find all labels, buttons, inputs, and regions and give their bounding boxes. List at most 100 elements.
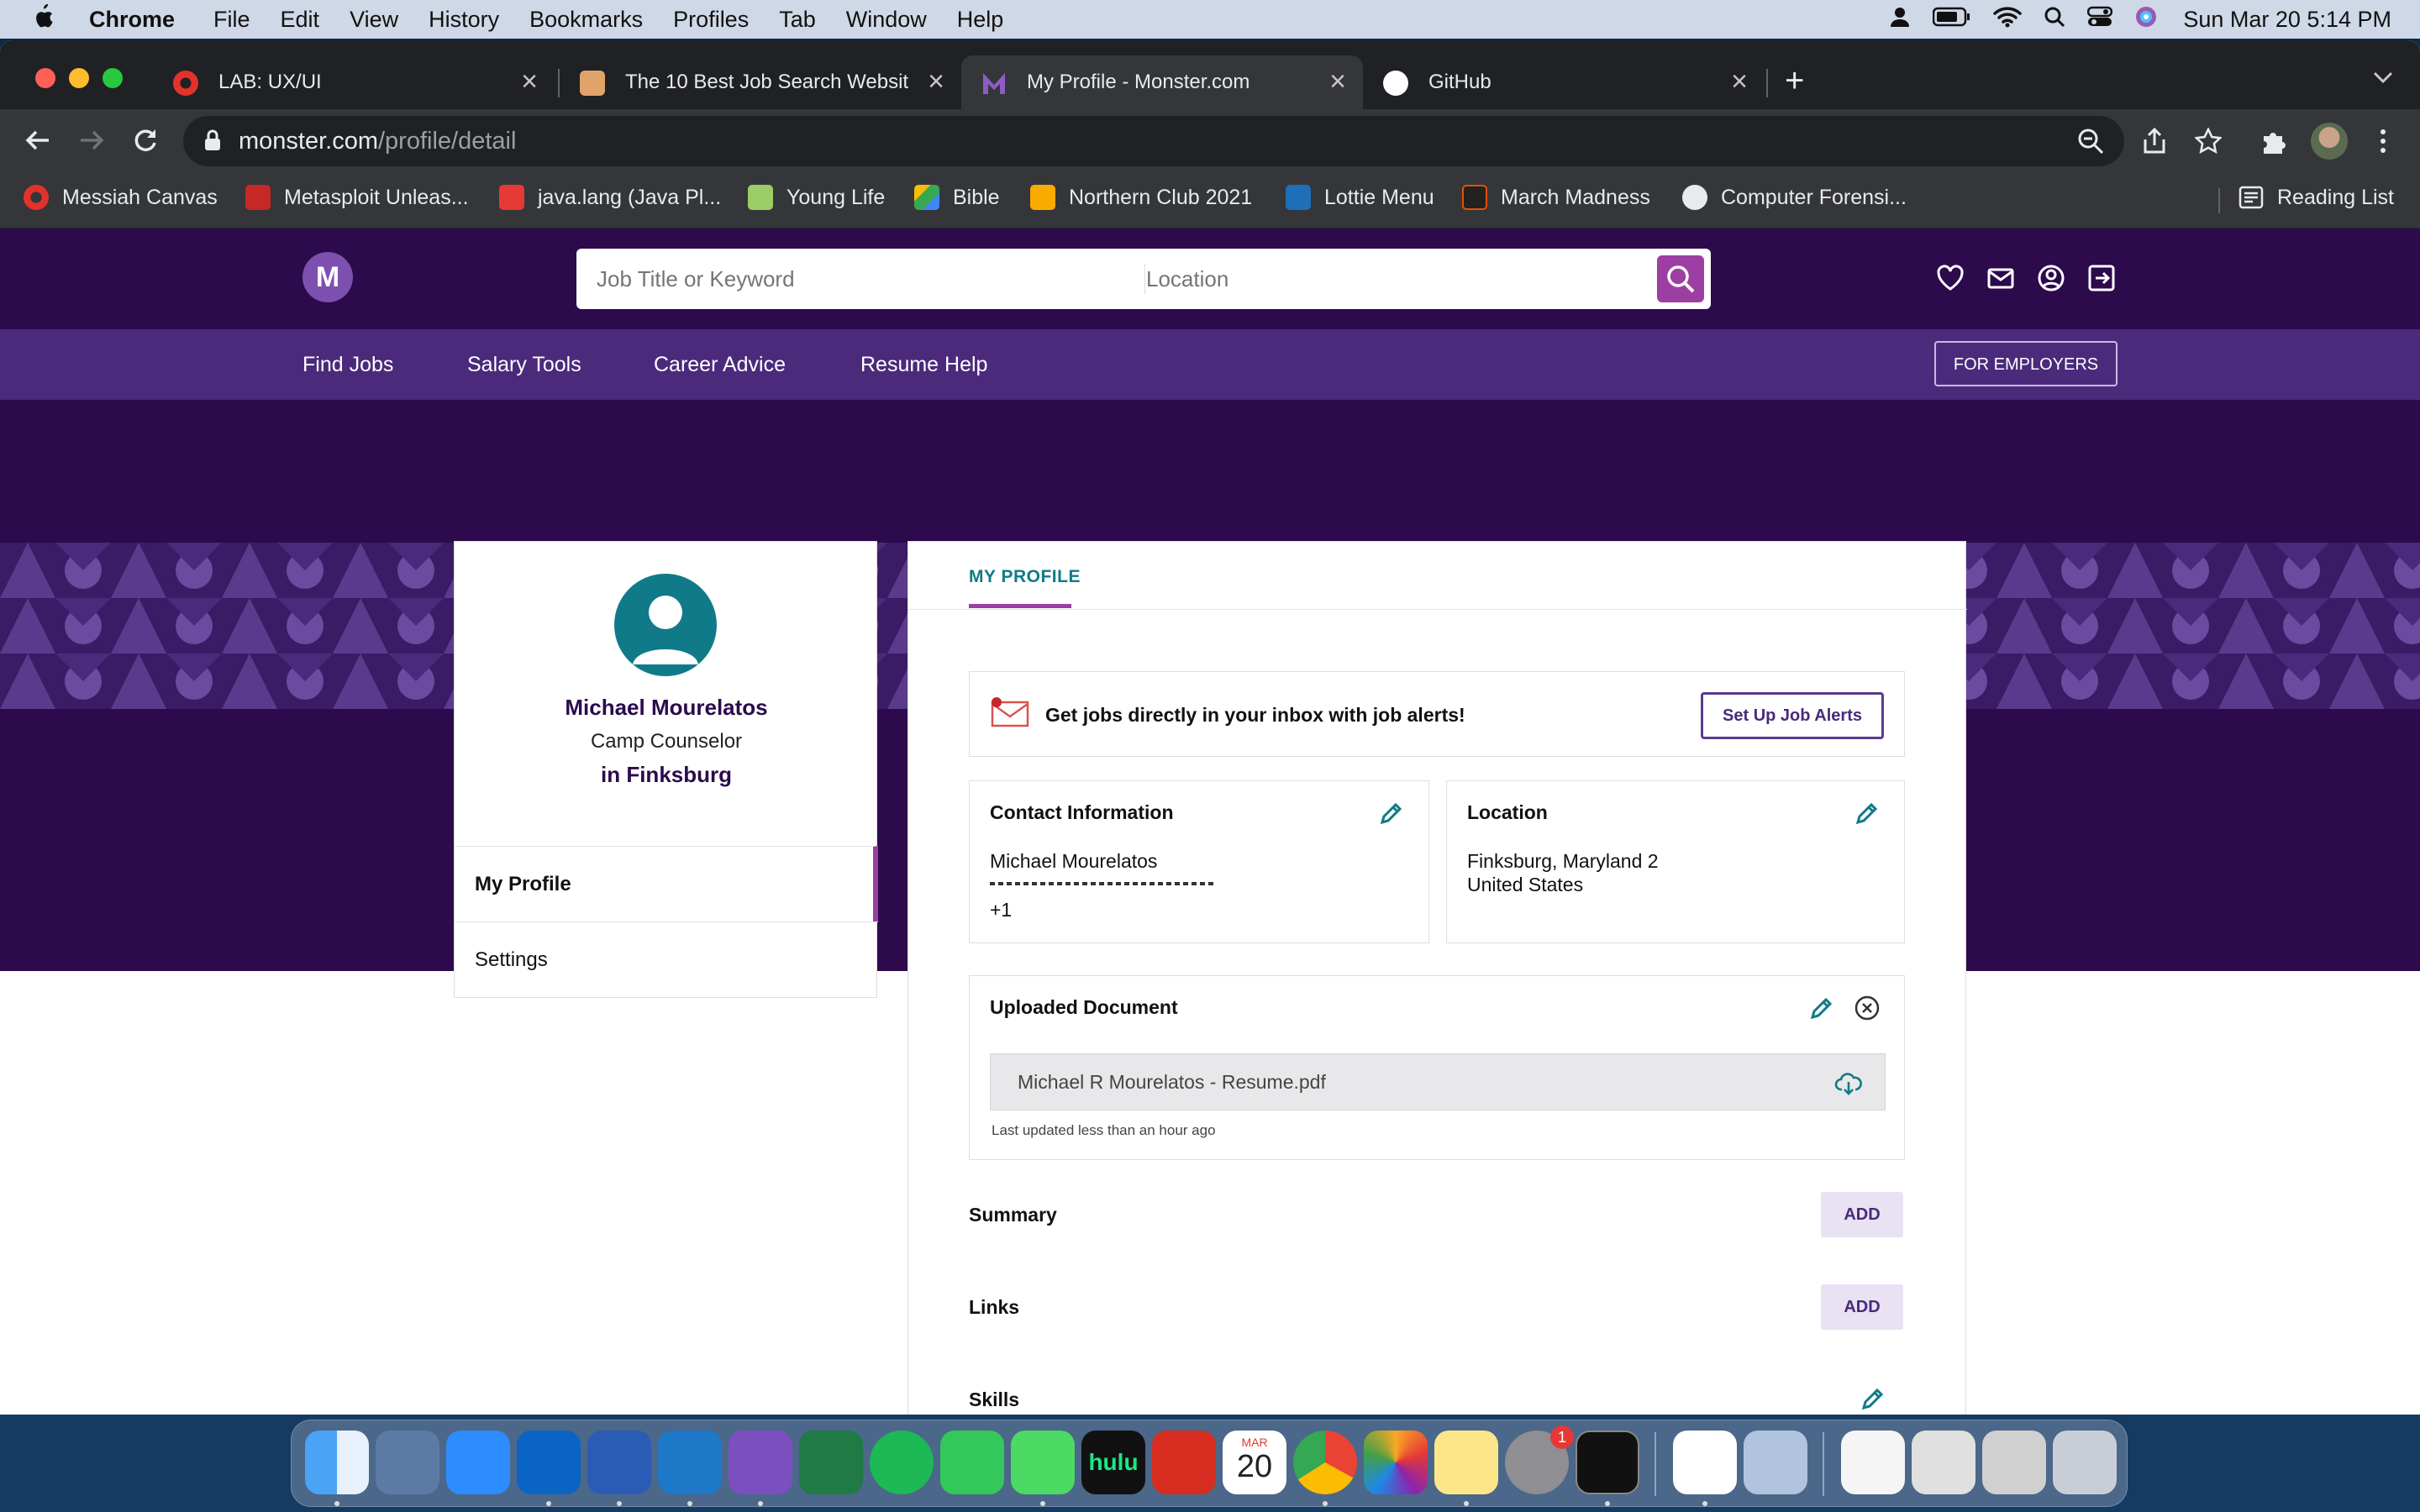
finder-icon[interactable] — [305, 1431, 369, 1494]
avatar[interactable] — [614, 574, 717, 676]
bookmark-star-icon[interactable] — [2195, 128, 2222, 155]
bookmark-bible[interactable]: Bible — [914, 185, 1000, 210]
chrome-icon[interactable] — [1293, 1431, 1357, 1494]
minimize-window-button[interactable] — [69, 68, 89, 88]
tab-close-icon[interactable]: × — [928, 66, 944, 98]
tab-search-chevron-icon[interactable] — [2371, 69, 2395, 90]
saved-jobs-heart-icon[interactable] — [1936, 264, 1965, 292]
menu-file[interactable]: File — [213, 7, 250, 33]
tab-close-icon[interactable]: × — [1731, 66, 1748, 98]
bookmark-metasploit[interactable]: Metasploit Unleas... — [245, 185, 469, 210]
edit-location-pencil-icon[interactable] — [1854, 800, 1881, 827]
trash-icon[interactable] — [2053, 1431, 2117, 1494]
lock-icon[interactable] — [203, 129, 222, 151]
battery-icon[interactable] — [1933, 7, 1971, 33]
tab-my-profile-monster[interactable]: My Profile - Monster.com × — [961, 55, 1363, 109]
clock-text[interactable]: Sun Mar 20 5:14 PM — [2183, 7, 2391, 33]
acrobat-icon[interactable] — [1152, 1431, 1216, 1494]
sidebar-item-my-profile[interactable]: My Profile — [455, 846, 878, 921]
messages-icon[interactable] — [1011, 1431, 1075, 1494]
nav-career-advice[interactable]: Career Advice — [654, 353, 786, 377]
add-summary-button[interactable]: ADD — [1821, 1192, 1903, 1237]
tab-my-profile[interactable]: MY PROFILE — [969, 567, 1081, 587]
bookmark-messiah-canvas[interactable]: Messiah Canvas — [24, 185, 218, 210]
outlook-icon[interactable] — [517, 1431, 581, 1494]
share-icon[interactable] — [2141, 128, 2168, 155]
sidebar-item-settings[interactable]: Settings — [455, 921, 878, 997]
vscode-icon[interactable] — [658, 1431, 722, 1494]
edit-skills-pencil-icon[interactable] — [1860, 1385, 1886, 1412]
document-file-row[interactable]: Michael R Mourelatos - Resume.pdf — [990, 1053, 1886, 1110]
extensions-icon[interactable] — [2260, 128, 2287, 155]
zoom-window-button[interactable] — [103, 68, 123, 88]
menu-app-name[interactable]: Chrome — [89, 7, 175, 33]
edit-contact-pencil-icon[interactable] — [1378, 800, 1405, 827]
menu-view[interactable]: View — [350, 7, 398, 33]
facetime-icon[interactable] — [940, 1431, 1004, 1494]
document-stack-icon[interactable] — [1841, 1431, 1905, 1494]
add-links-button[interactable]: ADD — [1821, 1284, 1903, 1330]
profile-avatar[interactable] — [2311, 123, 2348, 160]
screenshot-stack-icon[interactable] — [1912, 1431, 1975, 1494]
tab-github[interactable]: GitHub × — [1363, 55, 1765, 109]
control-center-icon[interactable] — [2087, 6, 2113, 34]
remove-document-circle-x-icon[interactable] — [1854, 995, 1881, 1021]
spotify-icon[interactable] — [870, 1431, 934, 1494]
downloads-stack-icon[interactable] — [1982, 1431, 2046, 1494]
photos-icon[interactable] — [1364, 1431, 1428, 1494]
nav-salary-tools[interactable]: Salary Tools — [467, 353, 581, 377]
back-icon[interactable] — [17, 119, 59, 161]
tab-job-search-websites[interactable]: The 10 Best Job Search Websit × — [560, 55, 961, 109]
menu-tab[interactable]: Tab — [779, 7, 816, 33]
nav-find-jobs[interactable]: Find Jobs — [302, 353, 393, 377]
bookmark-computer-forensics[interactable]: Computer Forensi... — [1682, 185, 1907, 210]
monster-logo[interactable]: M — [302, 252, 353, 302]
download-cloud-icon[interactable] — [1834, 1069, 1863, 1098]
more-menu-icon[interactable] — [2370, 128, 2396, 155]
spotlight-icon[interactable] — [2044, 6, 2065, 34]
close-window-button[interactable] — [35, 68, 55, 88]
bookmark-young-life[interactable]: Young Life — [748, 185, 885, 210]
url-text[interactable]: monster.com/profile/detail — [239, 128, 516, 155]
logout-icon[interactable] — [2087, 264, 2116, 292]
apple-icon[interactable] — [32, 3, 54, 35]
forward-icon[interactable] — [71, 119, 113, 161]
set-up-job-alerts-button[interactable]: Set Up Job Alerts — [1701, 692, 1884, 739]
bookmark-march-madness[interactable]: March Madness — [1462, 185, 1650, 210]
menu-edit[interactable]: Edit — [281, 7, 320, 33]
calendar-icon[interactable]: MAR 20 — [1223, 1431, 1286, 1494]
account-icon[interactable] — [2037, 264, 2065, 292]
slack-icon[interactable] — [1673, 1431, 1737, 1494]
nav-resume-help[interactable]: Resume Help — [860, 353, 987, 377]
menu-profiles[interactable]: Profiles — [673, 7, 749, 33]
bookmark-java-lang[interactable]: java.lang (Java Pl... — [499, 185, 721, 210]
user-icon[interactable] — [1889, 6, 1911, 34]
reload-icon[interactable] — [124, 119, 166, 161]
bookmark-lottie-menu[interactable]: Lottie Menu — [1286, 185, 1434, 210]
location-input[interactable] — [1144, 249, 1649, 309]
notes-icon[interactable] — [1434, 1431, 1498, 1494]
menu-history[interactable]: History — [429, 7, 499, 33]
preview-icon[interactable] — [1744, 1431, 1807, 1494]
hulu-icon[interactable]: hulu — [1081, 1431, 1145, 1494]
reading-list-button[interactable]: Reading List — [2238, 185, 2394, 210]
zoom-icon[interactable] — [2077, 128, 2104, 155]
terminal-icon[interactable] — [1576, 1431, 1639, 1494]
tab-close-icon[interactable]: × — [1329, 66, 1346, 98]
new-tab-icon[interactable]: + — [1785, 62, 1804, 100]
menu-help[interactable]: Help — [957, 7, 1004, 33]
messages-mail-icon[interactable] — [1986, 264, 2015, 292]
for-employers-button[interactable]: FOR EMPLOYERS — [1934, 341, 2118, 386]
bookmark-northern-club[interactable]: Northern Club 2021 — [1030, 185, 1252, 210]
menu-window[interactable]: Window — [846, 7, 927, 33]
address-bar[interactable]: monster.com/profile/detail — [183, 116, 2124, 166]
keyword-input[interactable] — [595, 249, 1133, 309]
github-desktop-icon[interactable] — [729, 1431, 792, 1494]
wifi-icon[interactable] — [1993, 6, 2023, 34]
search-button[interactable] — [1657, 255, 1704, 302]
word-icon[interactable] — [587, 1431, 651, 1494]
menu-bookmarks[interactable]: Bookmarks — [529, 7, 643, 33]
tab-lab-ux-ui[interactable]: LAB: UX/UI × — [153, 55, 555, 109]
zoom-icon[interactable] — [446, 1431, 510, 1494]
excel-icon[interactable] — [799, 1431, 863, 1494]
